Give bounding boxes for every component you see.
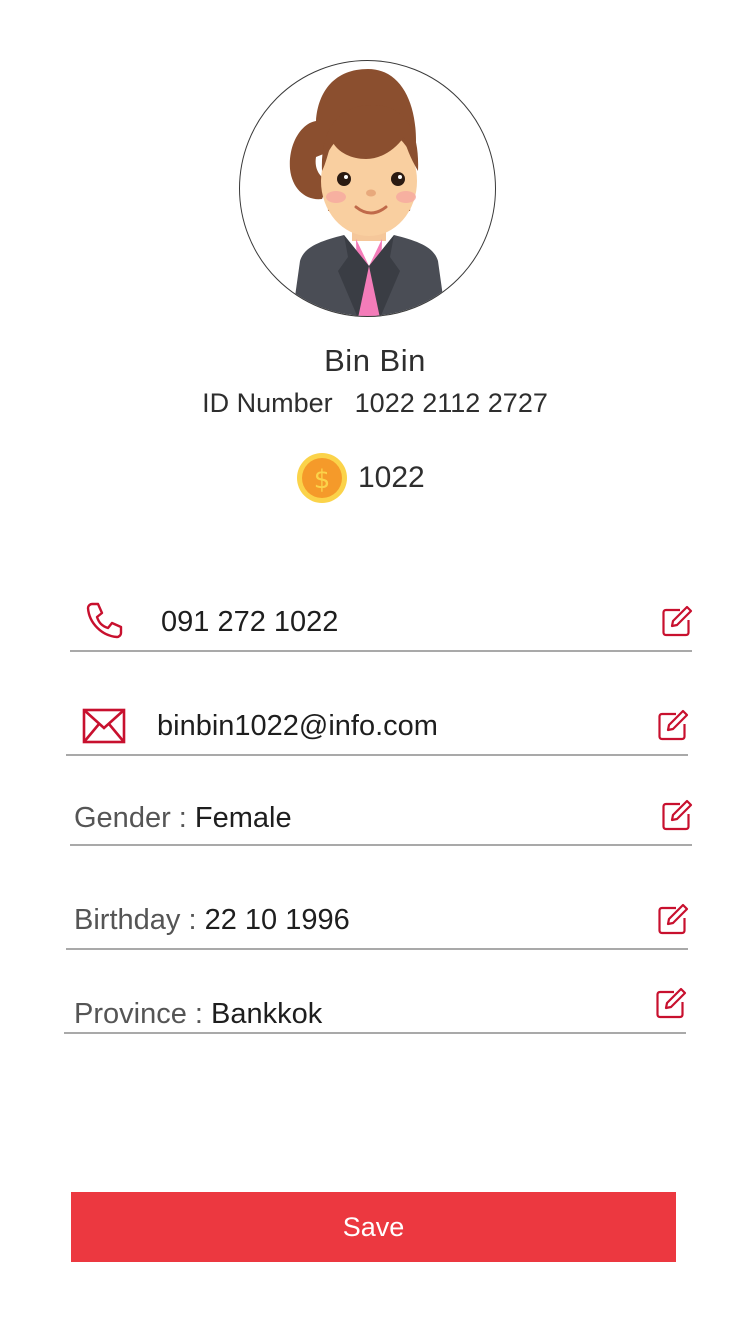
coin-balance: $ 1022 [296, 452, 425, 504]
birthday-separator: : [188, 904, 197, 936]
email-icon [82, 708, 126, 744]
province-field: Province : Bankkok [74, 998, 322, 1031]
id-label: ID Number [202, 388, 333, 418]
gender-label: Gender [74, 802, 171, 834]
coin-icon: $ [297, 453, 347, 503]
province-separator: : [194, 998, 203, 1030]
email-row: binbin1022@info.com [66, 694, 690, 756]
phone-row: 091 272 1022 [70, 590, 694, 652]
birthday-row: Birthday : 22 10 1996 [66, 888, 690, 950]
gender-value: Female [194, 802, 292, 834]
birthday-value: 22 10 1996 [204, 904, 350, 936]
province-row: Province : Bankkok [64, 972, 688, 1034]
avatar-illustration [289, 69, 446, 316]
province-value: Bankkok [211, 998, 323, 1030]
gender-separator: : [178, 802, 187, 834]
coin-count: 1022 [358, 461, 425, 494]
birthday-label: Birthday [74, 904, 181, 936]
email-value: binbin1022@info.com [157, 710, 438, 742]
save-button[interactable]: Save [71, 1192, 676, 1262]
gender-field: Gender : Female [74, 802, 292, 835]
avatar[interactable] [239, 60, 496, 317]
edit-email-icon[interactable] [656, 708, 690, 742]
edit-province-icon[interactable] [654, 986, 688, 1020]
birthday-field: Birthday : 22 10 1996 [74, 904, 350, 937]
id-number: ID Number 1022 2112 2727 [0, 388, 750, 419]
edit-birthday-icon[interactable] [656, 902, 690, 936]
phone-icon [86, 602, 123, 639]
edit-gender-icon[interactable] [660, 798, 694, 832]
svg-text:$: $ [314, 465, 331, 495]
phone-value: 091 272 1022 [161, 606, 339, 638]
profile-name: Bin Bin [324, 343, 426, 378]
gender-row: Gender : Female [70, 784, 694, 846]
province-label: Province [74, 998, 187, 1030]
id-value: 1022 2112 2727 [354, 388, 548, 418]
edit-phone-icon[interactable] [660, 604, 694, 638]
